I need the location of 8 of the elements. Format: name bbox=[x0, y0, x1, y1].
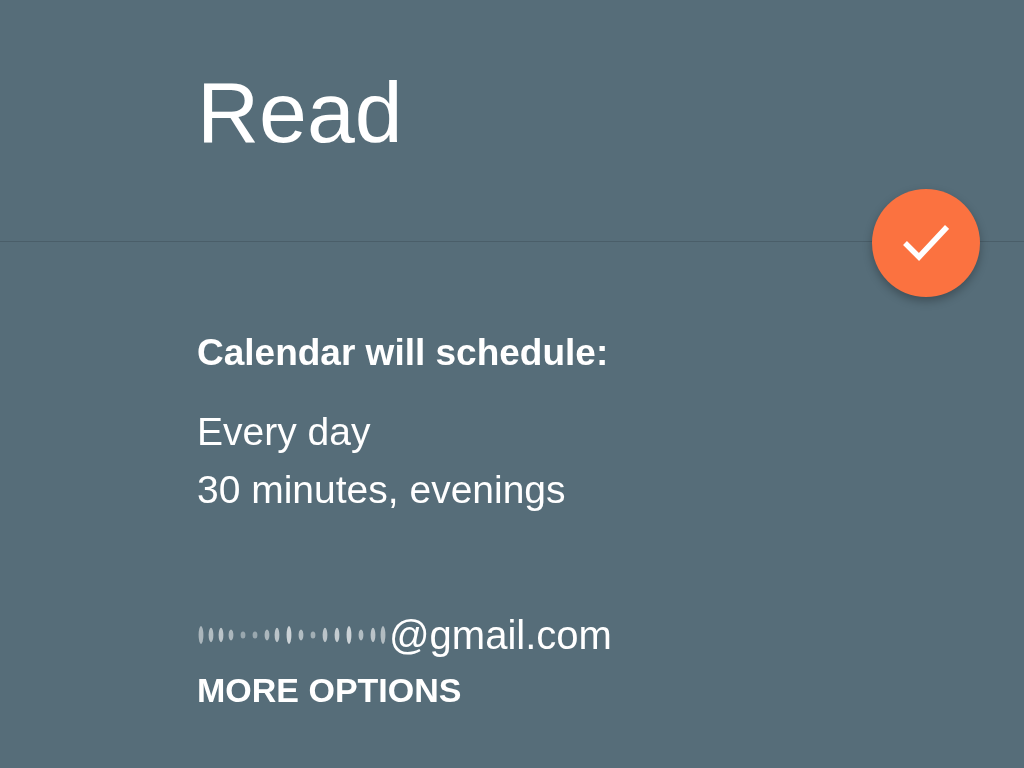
page-title: Read bbox=[197, 63, 403, 162]
more-options-button[interactable]: MORE OPTIONS bbox=[197, 669, 462, 710]
schedule-heading: Calendar will schedule: bbox=[197, 332, 609, 375]
account-email: @gmail.com bbox=[389, 611, 612, 658]
schedule-detail: 30 minutes, evenings bbox=[197, 466, 566, 513]
check-icon bbox=[903, 224, 949, 262]
schedule-detail: Every day bbox=[197, 408, 371, 455]
confirm-button[interactable] bbox=[872, 189, 980, 297]
